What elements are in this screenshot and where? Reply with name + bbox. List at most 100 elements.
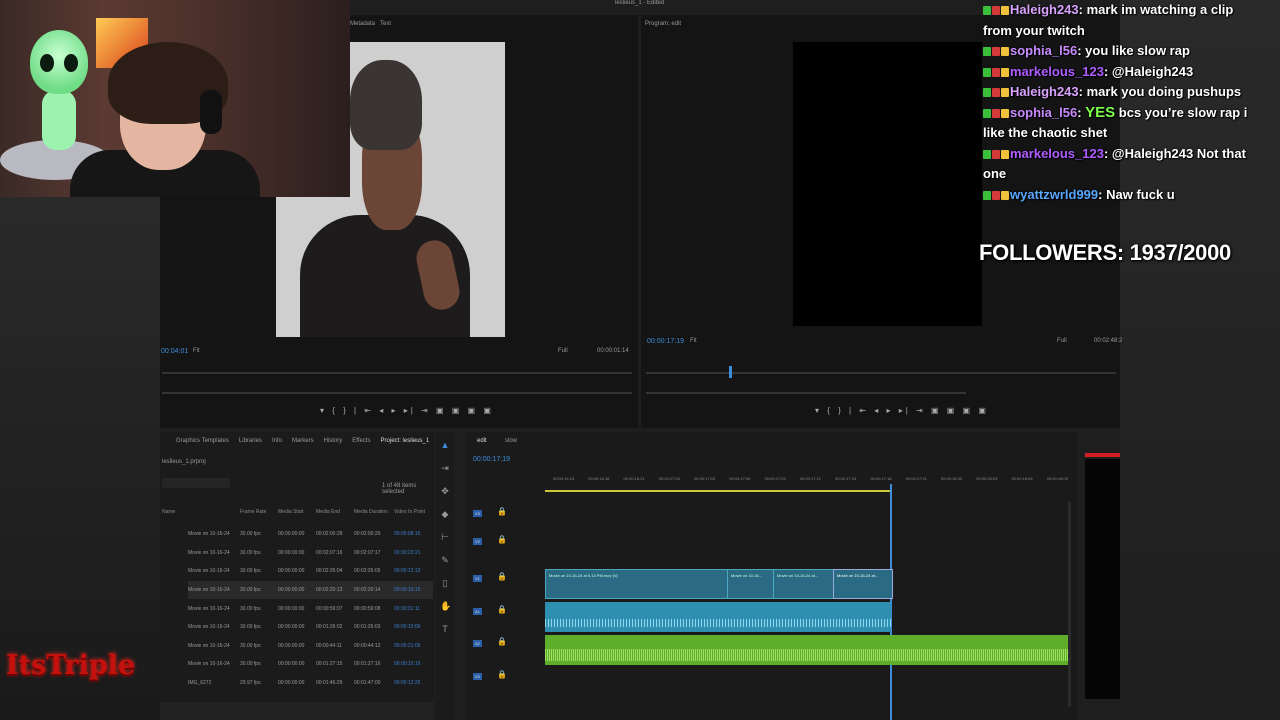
project-item-cell: 00:00:10:09 <box>394 624 421 631</box>
rectangle-tool-icon[interactable]: ▯ <box>440 578 450 588</box>
chat-username[interactable]: markelous_123 <box>1010 64 1104 79</box>
track-lock-icon[interactable]: 🔒 <box>497 572 507 581</box>
tab-sequence-slow[interactable]: slow <box>505 438 517 444</box>
stream-background-left <box>0 197 160 720</box>
track-lock-icon[interactable]: 🔒 <box>497 605 507 614</box>
tab-sequence-edit[interactable]: edit <box>477 438 487 444</box>
project-item-cell: 00:00:00:00 <box>278 661 305 668</box>
tab-program[interactable]: Program: edit <box>645 21 681 27</box>
slip-tool-icon[interactable]: ⊢ <box>440 532 450 542</box>
tab-history[interactable]: History <box>324 438 343 444</box>
column-video-in-point[interactable]: Video In Point <box>394 509 432 515</box>
tab-project[interactable]: Project: leslieus_1 <box>381 438 430 444</box>
track-label: V3 <box>473 510 482 517</box>
track-lock-icon[interactable]: 🔒 <box>497 670 507 679</box>
video-clip[interactable]: Movie on 10-16-24 at... <box>773 569 835 599</box>
project-item-row[interactable]: Movie on 10-16-24 30.00 fps 00:00:00:00 00:… <box>188 618 433 637</box>
program-zoom-bar[interactable] <box>646 392 966 394</box>
project-item-cell: 00:00:44:11 <box>316 642 343 649</box>
ripple-edit-tool-icon[interactable]: ✥ <box>440 486 450 496</box>
project-item-row[interactable]: Movie on 10-16-24 30.00 fps 00:00:00:00 00:… <box>188 562 433 581</box>
column-media-start[interactable]: Media Start <box>278 509 316 515</box>
tab-libraries[interactable]: Libraries <box>239 438 262 444</box>
source-transport-controls[interactable]: ▾ { } | ⇤ ◂ ▸ ▸| ⇥ ▣ ▣ ▣ ▣ <box>320 406 494 415</box>
program-playhead[interactable] <box>729 366 732 378</box>
track-header[interactable]: A3 🔒 <box>471 667 543 687</box>
track-select-tool-icon[interactable]: ⇥ <box>440 463 450 473</box>
track-lock-icon[interactable]: 🔒 <box>497 507 507 516</box>
chat-username[interactable]: Haleigh243 <box>1010 2 1079 17</box>
source-scrubber[interactable] <box>162 372 632 374</box>
project-item-row[interactable]: Movie on 10-16-24 30.00 fps 00:00:00:00 00:… <box>188 599 433 618</box>
source-timecode[interactable]: 00:04:01 <box>161 348 188 355</box>
timeline-timecode[interactable]: 00:00:17:19 <box>473 456 510 463</box>
tab-effects[interactable]: Effects <box>352 438 370 444</box>
project-item-cell: 00:01:46:29 <box>316 680 343 687</box>
program-full-select[interactable]: Full <box>1057 338 1067 344</box>
project-item-row[interactable]: Movie on 10-16-24 30.00 fps 00:00:00:00 00:… <box>188 580 433 600</box>
razor-tool-icon[interactable]: ◆ <box>440 509 450 519</box>
chat-username[interactable]: sophia_l56 <box>1010 105 1077 120</box>
source-fit-select[interactable]: Fit <box>193 348 200 354</box>
chat-username[interactable]: markelous_123 <box>1010 146 1104 161</box>
project-item-cell: 00:00:23:21 <box>394 549 421 556</box>
audio-waveform <box>545 619 891 627</box>
type-tool-icon[interactable]: T <box>440 624 450 634</box>
tab-metadata[interactable]: Metadata <box>350 21 375 27</box>
tab-graphics-templates[interactable]: Graphics Templates <box>176 438 229 444</box>
track-lock-icon[interactable]: 🔒 <box>497 637 507 646</box>
track-header[interactable]: V1 🔒 <box>471 569 543 589</box>
chat-username[interactable]: wyattzwrld999 <box>1010 187 1098 202</box>
timeline-vertical-scrollbar[interactable] <box>1068 502 1071 707</box>
project-item-cell: 00:00:10:15 <box>394 587 421 594</box>
video-clip[interactable]: Movie on 10-16-24 at 5.13 PM.mov [V] <box>545 569 729 599</box>
tab-info[interactable]: Info <box>272 438 282 444</box>
project-item-cell: 00:00:00:00 <box>278 605 305 612</box>
project-item-cell: 00:00:12:25 <box>394 680 421 687</box>
source-zoom-bar[interactable] <box>162 392 632 394</box>
video-clip[interactable]: Movie on 10-16... <box>727 569 775 599</box>
chat-username[interactable]: Haleigh243 <box>1010 84 1079 99</box>
chat-text: : you like slow rap <box>1077 43 1190 58</box>
audio-clip-a1[interactable] <box>545 602 891 632</box>
video-clip-selected[interactable]: Movie on 10-16-24 at... <box>833 569 893 599</box>
selection-tool-icon[interactable]: ▲ <box>440 440 450 450</box>
program-transport-controls[interactable]: ▾ { } | ⇤ ◂ ▸ ▸| ⇥ ▣ ▣ ▣ ▣ <box>815 406 989 415</box>
chat-overlay: Haleigh243: mark im watching a clip from… <box>983 0 1263 205</box>
hand-tool-icon[interactable]: ✋ <box>440 601 451 611</box>
project-item-row[interactable]: IMG_6272 29.97 fps 00:00:00:00 00:01:46:29 0… <box>188 674 433 693</box>
source-full-select[interactable]: Full <box>558 348 568 354</box>
clip-label: Movie on 10-16-24 at... <box>777 573 819 578</box>
program-fit-select[interactable]: Fit <box>690 338 697 344</box>
project-search-input[interactable] <box>162 478 230 488</box>
ruler-tick-label: 00:00:17:15 <box>835 476 857 481</box>
tab-text[interactable]: Text <box>380 21 391 27</box>
column-media-duration[interactable]: Media Duration <box>354 509 394 515</box>
column-media-end[interactable]: Media End <box>316 509 354 515</box>
column-name[interactable]: Name <box>162 509 240 515</box>
tab-markers[interactable]: Markers <box>292 438 314 444</box>
track-header[interactable]: V2 🔒 <box>471 532 543 552</box>
channel-logo: ItsTriple <box>6 650 136 681</box>
timeline-ruler[interactable]: 00:00:14:15 00:00:16:18 00:00:16:21 00:00:1… <box>553 476 1068 488</box>
program-timecode[interactable]: 00:00:17:19 <box>647 338 684 345</box>
music-clip-a3[interactable] <box>545 635 1068 665</box>
pen-tool-icon[interactable]: ✎ <box>440 555 450 565</box>
program-scrubber[interactable] <box>646 372 1116 374</box>
track-label: A2 <box>473 640 482 647</box>
track-header[interactable]: A1 🔒 <box>471 602 543 622</box>
project-item-row[interactable]: Movie on 10-16-24 30.00 fps 00:00:00:00 00:… <box>188 544 433 563</box>
project-item-cell: 00:00:10:16 <box>394 661 421 668</box>
chat-badges-icon <box>983 84 1010 99</box>
chat-badges-icon <box>983 43 1010 58</box>
project-item-row[interactable]: Movie on 10-16-24 30.00 fps 00:00:00:00 00:… <box>188 637 433 656</box>
track-header[interactable]: V3 🔒 <box>471 504 543 524</box>
track-header[interactable]: A2 🔒 <box>471 634 543 654</box>
chat-username[interactable]: sophia_l56 <box>1010 43 1077 58</box>
project-item-row[interactable]: Movie on 10-16-24 30.00 fps 00:00:00:00 00:… <box>188 525 433 544</box>
project-item-cell: 00:00:59:07 <box>316 605 343 612</box>
track-lock-icon[interactable]: 🔒 <box>497 535 507 544</box>
column-frame-rate[interactable]: Frame Rate <box>240 509 278 515</box>
project-item-row[interactable]: Movie on 10-16-24 30.00 fps 00:00:00:00 00:… <box>188 655 433 674</box>
work-area-bar[interactable] <box>545 490 890 492</box>
